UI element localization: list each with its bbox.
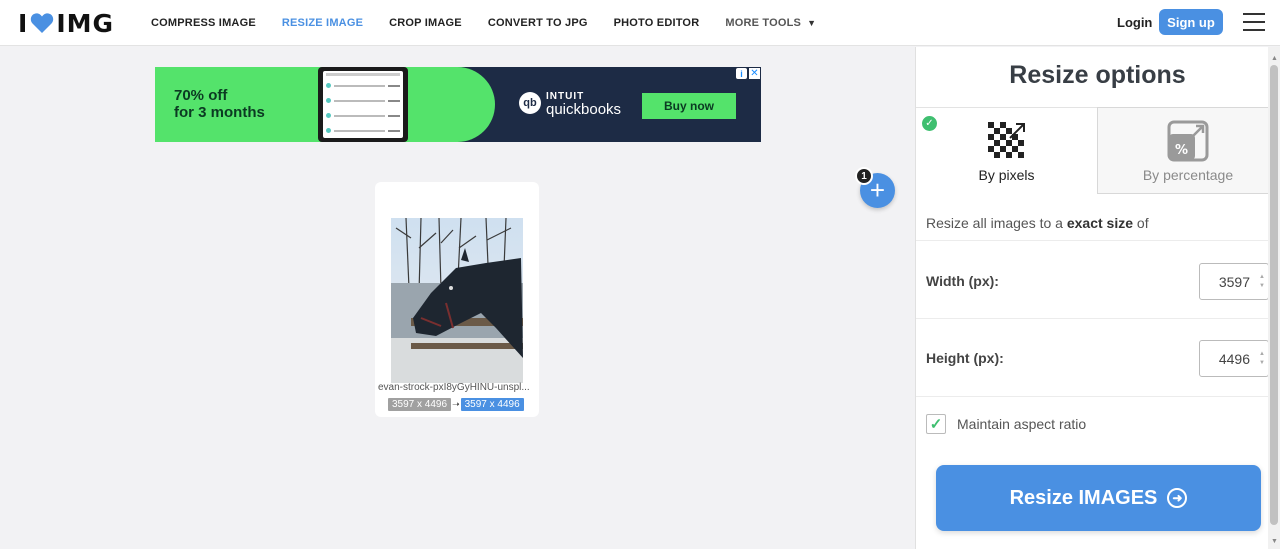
ad-info-icon[interactable]: i [736, 68, 747, 79]
main-nav: COMPRESS IMAGE RESIZE IMAGE CROP IMAGE C… [151, 0, 842, 46]
checkmark-icon: ✓ [929, 416, 943, 433]
ad-buy-now-button[interactable]: Buy now [642, 93, 736, 119]
top-header: I IMG COMPRESS IMAGE RESIZE IMAGE CROP I… [0, 0, 1280, 46]
image-dimensions: 3597 x 4496 ➝ 3597 x 4496 [388, 398, 524, 411]
ad-headline: 70% off for 3 months [174, 87, 265, 121]
image-thumbnail [391, 218, 523, 383]
desc-bold: exact size [1066, 215, 1134, 231]
height-spinner-icon[interactable]: ▲ ▼ [1259, 350, 1265, 368]
tab-by-pixels-label: By pixels [978, 167, 1035, 183]
arrow-right-icon: ➝ [452, 399, 460, 409]
logo-text-i: I [18, 8, 29, 38]
scroll-down-icon[interactable]: ▼ [1271, 538, 1278, 545]
desc-prefix: Resize all images to a [926, 215, 1067, 231]
file-card[interactable]: evan-strock-pxI8yGyHINU-unspl... 3597 x … [375, 182, 539, 417]
logo-text-img: IMG [56, 8, 115, 38]
file-name: evan-strock-pxI8yGyHINU-unspl... [378, 382, 530, 393]
divider [916, 240, 1279, 241]
nav-more-tools[interactable]: MORE TOOLS ▼ [725, 17, 816, 29]
ilovimg-logo[interactable]: I IMG [18, 8, 115, 38]
scroll-up-icon[interactable]: ▲ [1271, 55, 1278, 62]
tab-by-pixels[interactable]: ✓ By pixels [916, 107, 1097, 194]
width-label: Width (px): [926, 273, 999, 289]
heart-icon [31, 13, 54, 34]
new-size: 3597 x 4496 [460, 398, 524, 411]
ad-phone-image [318, 67, 408, 142]
check-icon: ✓ [922, 116, 937, 131]
ad-brand-bottom: quickbooks [546, 101, 622, 118]
maintain-aspect-ratio-checkbox[interactable]: ✓ [926, 414, 946, 434]
height-label: Height (px): [926, 350, 1004, 366]
divider [916, 396, 1279, 397]
signup-button[interactable]: Sign up [1159, 9, 1223, 35]
quickbooks-logo: qb INTUIT quickbooks [519, 90, 622, 118]
options-sidebar: Resize options ✓ By pixels % By percenta… [915, 47, 1280, 549]
nav-convert-to-jpg[interactable]: CONVERT TO JPG [488, 17, 588, 29]
resize-images-button[interactable]: Resize IMAGES ➜ [936, 465, 1261, 531]
sidebar-scrollbar[interactable]: ▲ ▼ [1268, 47, 1280, 549]
width-spinner-icon[interactable]: ▲ ▼ [1259, 273, 1265, 291]
ad-headline-line1: 70% off [174, 87, 228, 104]
height-input[interactable]: 4496 ▲ ▼ [1199, 340, 1269, 377]
resize-description: Resize all images to a exact size of [926, 215, 1149, 231]
ad-banner[interactable]: 70% off for 3 months qb INTUIT quickbook… [155, 67, 761, 142]
nav-crop-image[interactable]: CROP IMAGE [389, 17, 462, 29]
sidebar-title: Resize options [1009, 61, 1186, 89]
quickbooks-icon: qb [519, 92, 541, 114]
scrollbar-thumb[interactable] [1270, 65, 1278, 525]
tab-by-percentage-label: By percentage [1142, 167, 1234, 183]
caret-down-icon: ▼ [807, 18, 817, 28]
nav-compress-image[interactable]: COMPRESS IMAGE [151, 17, 256, 29]
maintain-aspect-ratio-label: Maintain aspect ratio [957, 416, 1087, 432]
width-input[interactable]: 3597 ▲ ▼ [1199, 263, 1269, 300]
tab-by-percentage[interactable]: % By percentage [1097, 107, 1279, 194]
arrow-circle-right-icon: ➜ [1167, 488, 1188, 508]
login-link[interactable]: Login [1117, 15, 1152, 30]
original-size: 3597 x 4496 [388, 398, 452, 411]
width-value: 3597 [1218, 273, 1250, 290]
horse-photo [391, 218, 523, 383]
ad-headline-line2: for 3 months [174, 104, 265, 121]
height-value: 4496 [1218, 350, 1250, 367]
pixels-resize-icon [987, 122, 1025, 158]
desc-suffix: of [1133, 215, 1149, 231]
maintain-aspect-ratio-row[interactable]: ✓ Maintain aspect ratio [926, 414, 1086, 434]
nav-more-tools-label: MORE TOOLS [725, 17, 802, 29]
file-count-badge: 1 [855, 167, 873, 185]
menu-icon[interactable] [1243, 13, 1265, 31]
nav-resize-image[interactable]: RESIZE IMAGE [282, 17, 363, 29]
ad-close-icon[interactable]: ✕ [749, 68, 760, 79]
nav-photo-editor[interactable]: PHOTO EDITOR [614, 17, 700, 29]
divider [916, 318, 1279, 319]
resize-images-label: Resize IMAGES [1009, 486, 1158, 509]
svg-text:%: % [1175, 143, 1188, 158]
percentage-resize-icon: % [1167, 120, 1209, 162]
resize-mode-tabs: ✓ By pixels % By percentage [916, 107, 1279, 194]
